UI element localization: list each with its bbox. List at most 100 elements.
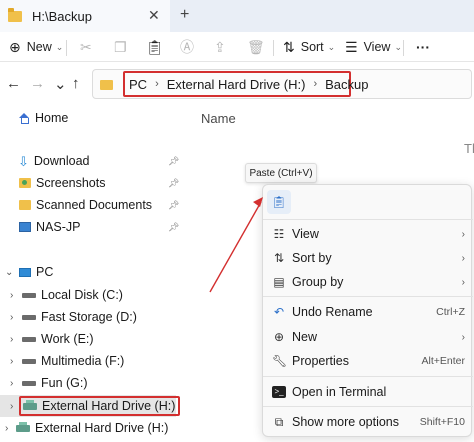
view-icon: ☰ (345, 39, 358, 55)
sidebar-item-label: PC (36, 265, 54, 279)
share-button[interactable]: ⇪ (214, 36, 226, 58)
chevron-right-icon[interactable]: › (10, 401, 13, 412)
paste-icon: 📋︎ (271, 195, 287, 209)
new-button[interactable]: ⊕ New ⌄ (9, 36, 63, 58)
chevron-right-icon[interactable]: › (5, 423, 8, 434)
sidebar-item-scanned-documents[interactable]: Scanned Documents 📌︎ (0, 194, 180, 216)
terminal-icon: >_ (272, 386, 286, 398)
address-bar[interactable]: PC › External Hard Drive (H:) › Backup (92, 69, 472, 99)
sidebar-item-label: Fast Storage (D:) (41, 310, 137, 324)
command-bar: ⊕ New ⌄ ✂ ❐ 📋︎ Ⓐ ⇪ 🗑︎ ⇅ Sort ⌄ ☰ View ⌄ … (0, 32, 474, 62)
up-icon[interactable]: ↑ (72, 75, 80, 92)
cut-icon: ✂ (80, 39, 92, 55)
pin-icon[interactable]: 📌︎ (168, 178, 179, 189)
folder-icon (8, 7, 22, 22)
folder-icon (19, 200, 31, 210)
sidebar-item-download[interactable]: ⇩ Download 📌︎ (0, 150, 180, 172)
title-bar: H:\Backup ✕ + (0, 0, 474, 32)
sidebar-item-work-e[interactable]: › Work (E:) (0, 328, 180, 350)
menu-item-label: New (292, 330, 318, 344)
drive-icon (22, 336, 36, 342)
sidebar-item-local-disk-c[interactable]: › Local Disk (C:) (0, 284, 180, 306)
sidebar-item-label: Work (E:) (41, 332, 94, 346)
column-header-name[interactable]: Name (201, 111, 236, 126)
sidebar-item-pc[interactable]: ⌄ PC (0, 261, 180, 283)
home-icon (18, 112, 30, 124)
breadcrumb: PC › External Hard Drive (H:) › Backup (123, 71, 368, 97)
chevron-right-icon: › (461, 276, 465, 288)
rename-button[interactable]: Ⓐ (180, 36, 194, 58)
menu-item-undo-rename[interactable]: ↶ Undo Rename Ctrl+Z (263, 300, 473, 324)
chevron-right-icon: › (461, 331, 465, 343)
chevron-down-icon: ⌄ (327, 41, 336, 52)
chevron-down-icon[interactable]: ⌄ (54, 75, 67, 93)
close-tab-icon[interactable]: ✕ (148, 7, 160, 24)
menu-item-properties[interactable]: 🔧︎ Properties Alt+Enter (263, 349, 473, 373)
view-icon: ☷ (273, 227, 285, 241)
sidebar-item-fast-storage-d[interactable]: › Fast Storage (D:) (0, 306, 180, 328)
chevron-right-icon[interactable]: › (10, 378, 13, 389)
sidebar-item-external-hard-drive-h-2[interactable]: › External Hard Drive (H:) (0, 417, 180, 439)
copy-button[interactable]: ❐ (114, 36, 127, 58)
menu-item-label: Sort by (292, 251, 332, 265)
breadcrumb-pc[interactable]: PC (129, 77, 147, 92)
shortcut-label: Shift+F10 (419, 416, 465, 428)
chevron-right-icon[interactable]: › (10, 356, 13, 367)
cut-button[interactable]: ✂ (80, 36, 92, 58)
menu-item-label: View (292, 227, 319, 241)
menu-item-label: Open in Terminal (292, 385, 387, 399)
context-paste-button[interactable]: 📋︎ (267, 190, 291, 214)
sidebar-item-label: NAS-JP (36, 220, 81, 234)
pin-icon[interactable]: 📌︎ (168, 200, 179, 211)
chevron-down-icon[interactable]: ⌄ (5, 267, 13, 278)
sidebar-item-fun-g[interactable]: › Fun (G:) (0, 372, 180, 394)
more-button[interactable]: ··· (416, 36, 430, 58)
back-icon[interactable]: ← (6, 75, 21, 92)
chevron-down-icon: ⌄ (394, 41, 402, 52)
menu-item-view[interactable]: ☷ View › (263, 222, 473, 246)
breadcrumb-external-drive[interactable]: External Hard Drive (H:) (167, 77, 306, 92)
screenshots-folder-icon (19, 178, 31, 188)
menu-item-group-by[interactable]: ▤ Group by › (263, 270, 473, 294)
paste-button[interactable]: 📋︎ (146, 36, 164, 58)
sidebar-item-label: External Hard Drive (H:) (35, 421, 169, 435)
sort-icon: ⇅ (273, 251, 285, 265)
view-button[interactable]: ☰ View ⌄ (345, 36, 402, 58)
network-drive-icon (19, 222, 31, 232)
drive-icon (22, 380, 36, 386)
sidebar-item-home[interactable]: Home (0, 107, 180, 129)
pc-icon (19, 267, 31, 277)
menu-item-sort-by[interactable]: ⇅ Sort by › (263, 246, 473, 270)
empty-folder-text: Th (464, 141, 474, 156)
menu-item-new[interactable]: ⊕ New › (263, 325, 473, 349)
sidebar-item-label: Multimedia (F:) (41, 354, 125, 368)
more-options-icon: ⧉ (274, 414, 284, 429)
menu-item-label: Show more options (292, 415, 400, 429)
sidebar-item-external-hard-drive-h[interactable]: › External Hard Drive (H:) (0, 395, 181, 417)
pin-icon[interactable]: 📌︎ (168, 156, 179, 167)
forward-icon[interactable]: → (30, 75, 45, 92)
shortcut-label: Ctrl+Z (436, 306, 465, 318)
sidebar-item-multimedia-f[interactable]: › Multimedia (F:) (0, 350, 180, 372)
sidebar-item-screenshots[interactable]: Screenshots 📌︎ (0, 172, 180, 194)
menu-item-open-in-terminal[interactable]: >_ Open in Terminal (263, 380, 473, 404)
sort-label: Sort (300, 40, 324, 54)
undo-icon: ↶ (273, 305, 285, 319)
chevron-right-icon[interactable]: › (10, 312, 13, 323)
share-icon: ⇪ (214, 39, 226, 55)
breadcrumb-backup[interactable]: Backup (325, 77, 368, 92)
tab-backup[interactable]: H:\Backup ✕ (0, 0, 170, 32)
pin-icon[interactable]: 📌︎ (168, 222, 179, 233)
new-icon: ⊕ (9, 39, 21, 55)
delete-button[interactable]: 🗑︎ (247, 36, 265, 58)
chevron-right-icon[interactable]: › (10, 290, 13, 301)
more-icon: ··· (416, 39, 430, 55)
add-tab-icon[interactable]: + (180, 6, 189, 24)
sort-button[interactable]: ⇅ Sort ⌄ (283, 36, 335, 58)
menu-divider (263, 219, 473, 220)
new-icon: ⊕ (273, 330, 285, 344)
shortcut-label: Alt+Enter (421, 355, 465, 367)
menu-item-show-more-options[interactable]: ⧉ Show more options Shift+F10 (263, 410, 473, 434)
chevron-right-icon[interactable]: › (10, 334, 13, 345)
sidebar-item-nas-jp[interactable]: NAS-JP 📌︎ (0, 216, 180, 238)
